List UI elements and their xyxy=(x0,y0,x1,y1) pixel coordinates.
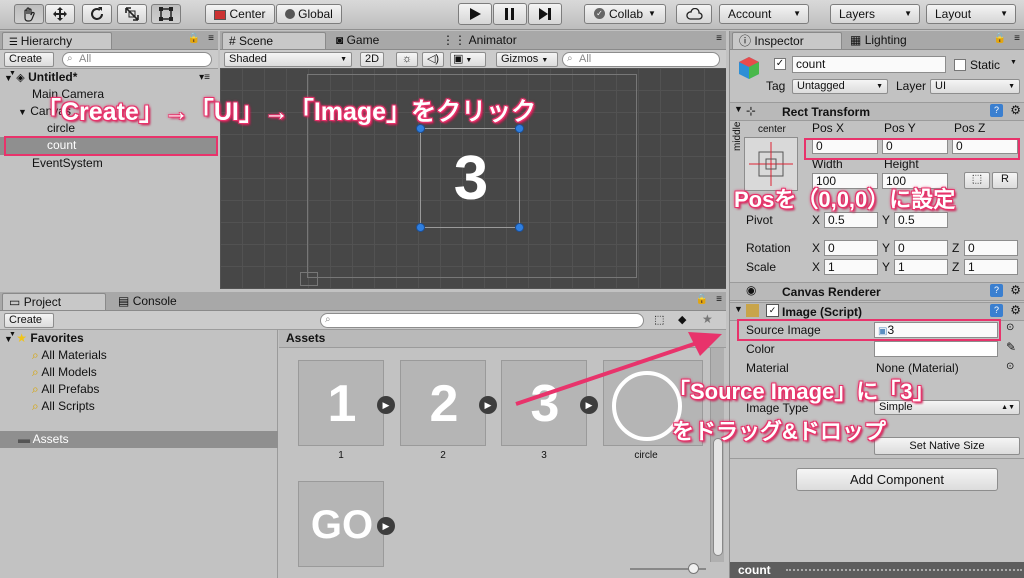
annotation-source-line2: をドラッグ&ドロップ xyxy=(672,419,886,444)
annotation-pos: Posを（0,0,0）に設定 xyxy=(734,187,956,212)
annotation-create-path: 「Create」→「UI」→「Image」をクリック xyxy=(36,98,537,126)
annotation-arrow-layer xyxy=(515,332,722,406)
annotation-source-line1: 「Source Image」に「3」 xyxy=(668,379,935,404)
